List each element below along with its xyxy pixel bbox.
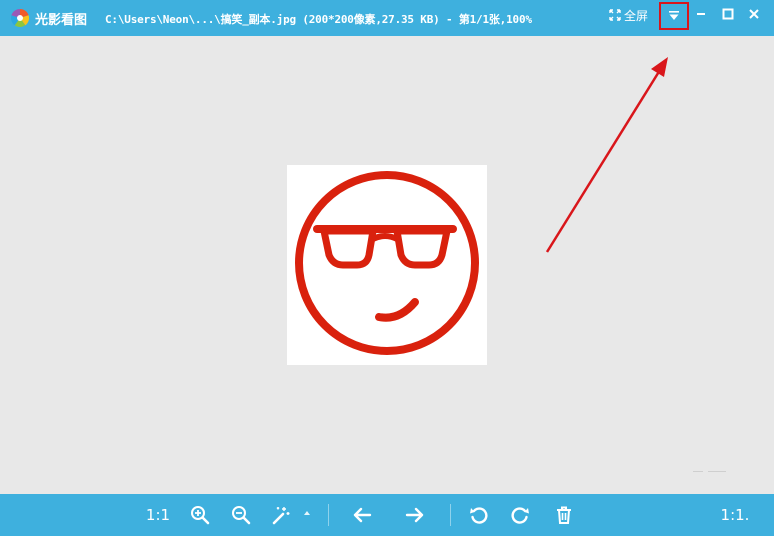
app-name: 光影看图: [35, 13, 88, 28]
divider: [708, 471, 726, 472]
title-bar: 光影看图 C:\Users\Neon\...\搞笑_副本.jpg (200*20…: [0, 0, 774, 36]
previous-image-button[interactable]: [349, 503, 375, 527]
toolbar-separator: [328, 504, 329, 526]
magic-wand-button[interactable]: [268, 503, 292, 527]
rotate-right-button[interactable]: [508, 503, 532, 527]
fullscreen-button[interactable]: 全屏: [609, 6, 648, 24]
rotate-left-icon: [470, 507, 488, 524]
arrow-right-icon: [405, 507, 424, 523]
maximize-button[interactable]: [717, 4, 739, 24]
zoom-out-icon: [232, 506, 251, 525]
rotate-left-button[interactable]: [467, 503, 491, 527]
dropdown-arrow-icon: [669, 11, 679, 20]
displayed-image: [287, 165, 487, 365]
cool-smiley-icon: [295, 171, 479, 355]
close-button[interactable]: [743, 4, 765, 24]
file-info: C:\Users\Neon\...\搞笑_副本.jpg (200*200像素,2…: [105, 13, 532, 26]
bottom-toolbar: 1:1 1:1.: [0, 494, 774, 536]
fullscreen-icon: [609, 9, 621, 21]
arrow-left-icon: [353, 507, 372, 523]
zoom-in-button[interactable]: [188, 503, 212, 527]
minimize-button[interactable]: [690, 4, 712, 24]
menu-dropdown-button[interactable]: [659, 2, 689, 30]
magic-wand-dropdown-icon[interactable]: [304, 511, 310, 515]
image-viewer-area[interactable]: [0, 36, 774, 494]
zoom-in-icon: [191, 506, 210, 525]
close-icon: [749, 9, 759, 19]
magic-wand-icon: [272, 507, 290, 525]
zoom-out-button[interactable]: [229, 503, 253, 527]
delete-button[interactable]: [552, 503, 576, 527]
divider: [693, 471, 703, 472]
toolbar-separator: [450, 504, 451, 526]
maximize-icon: [722, 8, 734, 20]
fullscreen-label: 全屏: [624, 8, 649, 23]
zoom-ratio-label: 1:1.: [720, 506, 750, 524]
next-image-button[interactable]: [402, 503, 428, 527]
minimize-icon: [697, 13, 705, 15]
rotate-right-icon: [511, 507, 529, 524]
actual-size-button[interactable]: 1:1: [144, 503, 172, 527]
app-logo-icon: [11, 9, 29, 27]
trash-icon: [557, 506, 571, 524]
